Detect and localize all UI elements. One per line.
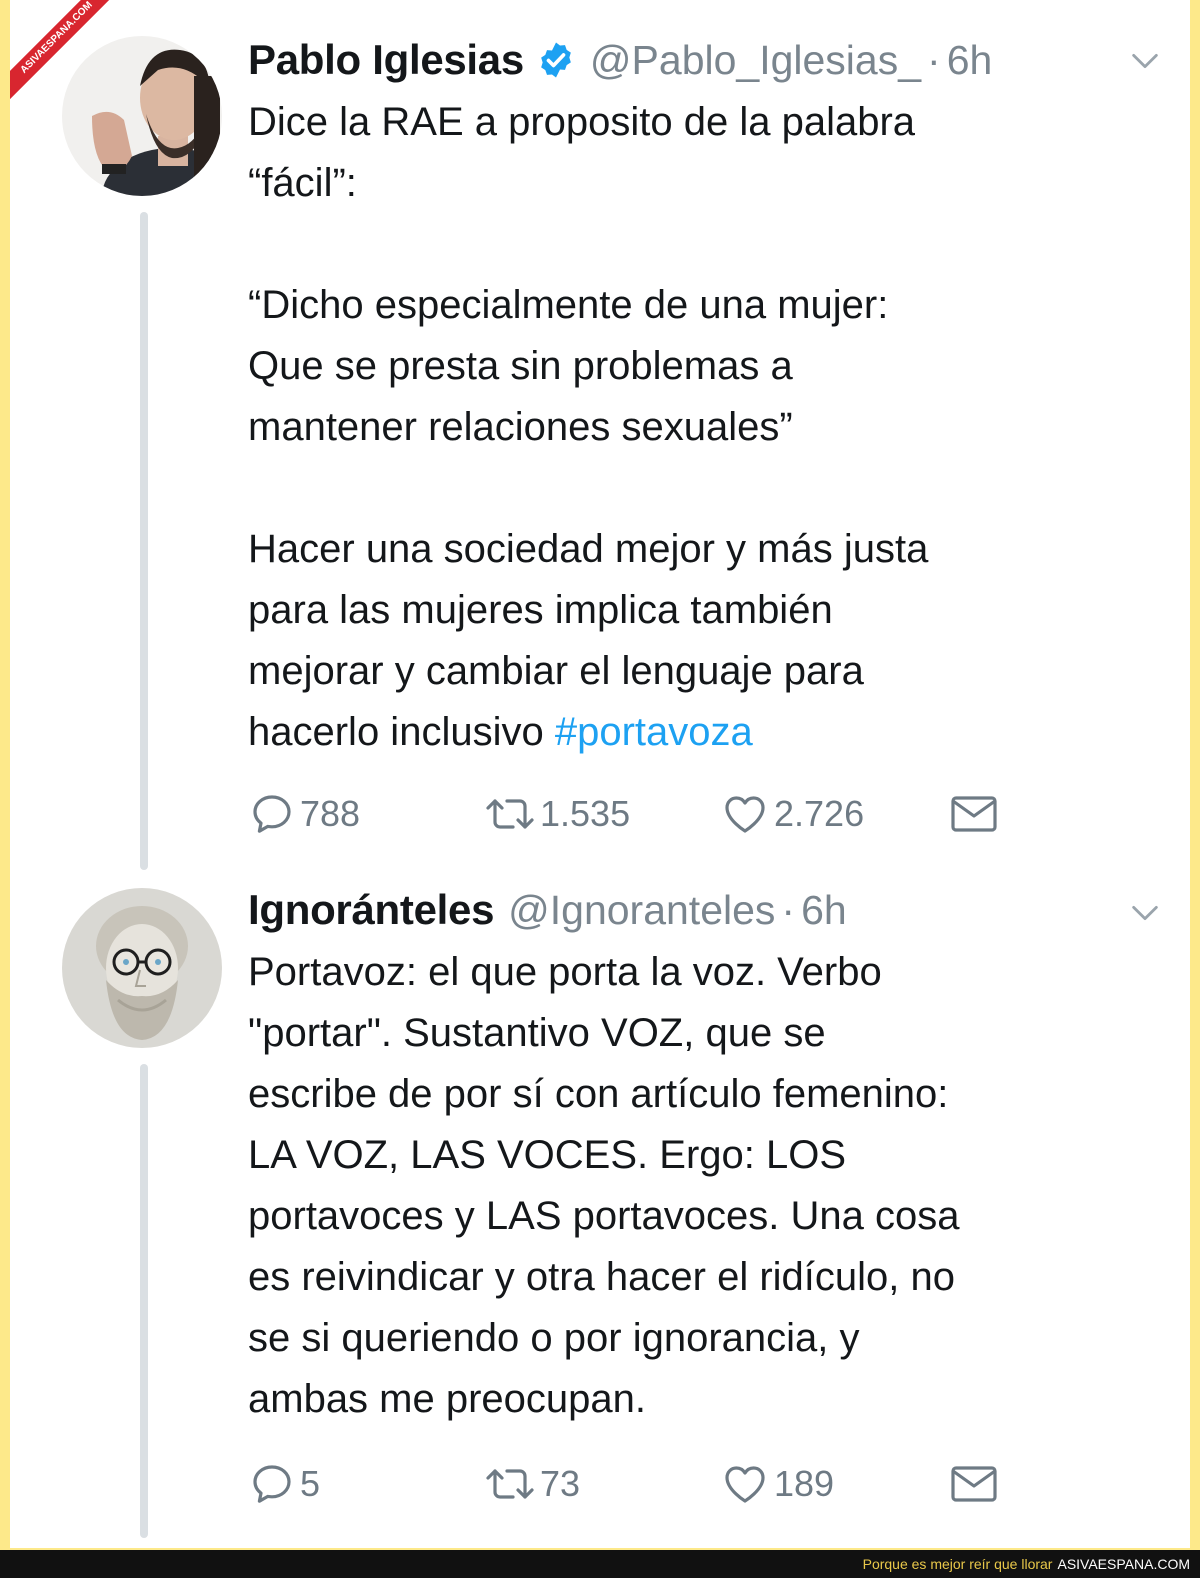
chevron-down-icon[interactable]: [1128, 896, 1162, 930]
separator-dot: ·: [927, 36, 941, 83]
retweet-button[interactable]: 73: [484, 1454, 580, 1514]
direct-message-button[interactable]: [948, 1454, 1000, 1514]
mail-icon: [951, 1466, 997, 1502]
tweet-timestamp[interactable]: 6h: [947, 37, 993, 84]
author-handle[interactable]: @Ignoranteles: [508, 887, 775, 934]
tweet-text: Portavoz: el que porta la voz. Verbo "po…: [248, 942, 1158, 1430]
heart-icon: [725, 796, 765, 833]
tweet-text: Dice la RAE a proposito de la palabra “f…: [248, 92, 1158, 763]
retweet-count: 73: [540, 1463, 581, 1504]
like-button[interactable]: 2.726: [720, 784, 864, 844]
author-name[interactable]: Ignoránteles: [248, 886, 494, 934]
thread-connector-line: [140, 1064, 148, 1538]
tweet-actions: 788 1.535 2.726: [248, 784, 1148, 844]
tweet-text-content: Portavoz: el que porta la voz. Verbo "po…: [248, 950, 960, 1421]
like-button[interactable]: 189: [720, 1454, 834, 1514]
tweet-actions: 5 73 189: [248, 1454, 1148, 1514]
reply-count: 5: [300, 1463, 321, 1504]
footer-watermark-bar: Porque es mejor reír que llorar ASIVAESP…: [0, 1550, 1200, 1578]
chevron-down-icon[interactable]: [1128, 44, 1162, 78]
avatar-pablo-iglesias[interactable]: [62, 36, 222, 196]
reply-icon: [253, 1465, 291, 1503]
tweet-header: Ignoránteles @Ignoranteles · 6h: [248, 880, 847, 940]
verified-badge-icon: [541, 42, 571, 78]
tweet-header: Pablo Iglesias @Pablo_Iglesias_ · 6h: [248, 30, 992, 90]
retweet-icon: [486, 1469, 534, 1499]
author-name[interactable]: Pablo Iglesias: [248, 36, 524, 84]
like-count: 189: [774, 1463, 835, 1504]
thread-connector-line: [140, 212, 148, 870]
avatar-ignoranteles[interactable]: [62, 888, 222, 1048]
reply-count: 788: [300, 793, 361, 834]
reply-button[interactable]: 788: [248, 784, 360, 844]
hashtag-link[interactable]: #portavoza: [555, 710, 753, 754]
tweet-timestamp[interactable]: 6h: [801, 887, 847, 934]
reply-icon: [253, 795, 291, 833]
retweet-button[interactable]: 1.535: [484, 784, 630, 844]
retweet-icon: [486, 799, 534, 829]
direct-message-button[interactable]: [948, 784, 1000, 844]
like-count: 2.726: [774, 793, 865, 834]
retweet-count: 1.535: [540, 793, 631, 834]
separator-dot: ·: [781, 886, 796, 933]
heart-icon: [725, 1466, 765, 1503]
footer-site[interactable]: ASIVAESPANA.COM: [1057, 1556, 1190, 1572]
reply-button[interactable]: 5: [248, 1454, 320, 1514]
tweet-text-content: Dice la RAE a proposito de la palabra “f…: [248, 100, 929, 754]
tweet-thread-card: ASIVAESPANA.COM Pablo Iglesias @Pablo_Ig…: [10, 0, 1190, 1548]
footer-caption: Porque es mejor reír que llorar: [862, 1556, 1053, 1572]
mail-icon: [951, 796, 997, 832]
author-handle[interactable]: @Pablo_Iglesias_: [590, 37, 921, 84]
